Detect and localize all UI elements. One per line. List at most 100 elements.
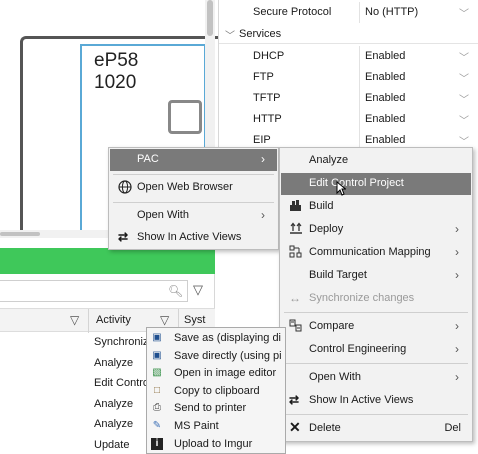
property-row-ftp[interactable]: FTP Enabled ﹀ (219, 67, 478, 88)
property-value[interactable]: Enabled (365, 71, 405, 83)
search-input[interactable]: 🔍︎ (0, 280, 188, 302)
menu-item-label: PAC (137, 153, 159, 165)
menu-item-label: Control Engineering (309, 343, 407, 355)
activity-cell[interactable]: Analyze (94, 357, 133, 369)
chevron-down-icon[interactable]: ﹀ (459, 112, 469, 127)
imgur-icon: i (151, 437, 163, 450)
menu-item-show-in-active-views[interactable]: ⇄ Show In Active Views (281, 390, 471, 412)
menu-item-deploy[interactable]: Deploy › (281, 219, 471, 241)
screenshot-menu-item[interactable]: ✎ MS Paint (147, 418, 285, 435)
column-header-activity[interactable]: Activity (96, 314, 131, 326)
property-value[interactable]: Enabled (365, 113, 405, 125)
device-port-square[interactable] (168, 100, 202, 134)
panel-header-bar (0, 248, 215, 274)
chevron-down-icon[interactable]: ﹀ (459, 133, 469, 148)
menu-item-label: Delete (309, 422, 341, 434)
menu-item-build[interactable]: Build (281, 196, 471, 218)
chevron-down-icon[interactable]: ﹀ (459, 49, 469, 64)
menu-item-communication-mapping[interactable]: Communication Mapping › (281, 242, 471, 264)
menu-item-open-web-browser[interactable]: Open Web Browser (110, 177, 277, 199)
scroll-thumb[interactable] (207, 0, 213, 36)
screenshot-menu-item[interactable]: ⎙ Send to printer (147, 400, 285, 417)
screenshot-menu-item[interactable]: ▧ Open in image editor (147, 365, 285, 382)
menu-item-label: Communication Mapping (309, 246, 431, 258)
property-row-dhcp[interactable]: DHCP Enabled ﹀ (219, 46, 478, 67)
menu-separator (113, 202, 274, 203)
menu-item-label: Open Web Browser (137, 181, 233, 193)
clipboard-icon: □ (153, 384, 161, 396)
section-label: Services (239, 28, 282, 40)
menu-item-label: Save directly (using pi (174, 349, 282, 362)
chevron-right-icon: › (261, 208, 265, 222)
menu-item-label: Synchronize changes (309, 292, 415, 304)
floppy-icon: ▣ (152, 332, 162, 343)
menu-item-edit-control-project[interactable]: Edit Control Project (281, 173, 471, 195)
filter-icon[interactable]: ▽ (160, 313, 169, 327)
menu-separator (284, 312, 468, 313)
activity-cell[interactable]: Analyze (94, 418, 133, 430)
section-services[interactable]: ﹀ Services (219, 24, 478, 44)
menu-item-analyze[interactable]: Analyze (281, 150, 471, 172)
property-row-tftp[interactable]: TFTP Enabled ﹀ (219, 88, 478, 109)
screenshot-menu-item[interactable]: ▣ Save as (displaying di (147, 330, 285, 347)
activity-cell[interactable]: Update (94, 439, 129, 451)
chevron-right-icon: › (261, 152, 265, 166)
activity-cell[interactable]: Edit Contro (94, 377, 149, 389)
column-divider (359, 109, 360, 130)
menu-item-pac[interactable]: PAC › (110, 149, 277, 171)
activity-cell[interactable]: Synchroniz (94, 336, 148, 348)
paint-icon: ✎ (152, 420, 162, 431)
chevron-right-icon: › (455, 370, 459, 384)
property-name: Secure Protocol (253, 6, 332, 18)
menu-item-label: Show In Active Views (309, 394, 414, 406)
menu-item-show-in-active-views[interactable]: ⇄ Show In Active Views (110, 227, 277, 249)
menu-item-label: Show In Active Views (137, 231, 242, 243)
menu-item-open-with[interactable]: Open With › (110, 205, 277, 227)
filter-icon[interactable]: ▽ (193, 282, 203, 298)
menu-item-label: Analyze (309, 154, 349, 166)
menu-item-synchronize-changes[interactable]: ↔ Synchronize changes (281, 288, 471, 310)
property-row-secure-protocol[interactable]: Secure Protocol No (HTTP) ﹀ (219, 2, 478, 23)
menu-item-open-with[interactable]: Open With › (281, 367, 471, 389)
menu-item-compare[interactable]: Compare › (281, 316, 471, 338)
chevron-right-icon: › (455, 268, 459, 282)
screenshot-menu-item[interactable]: □ Copy to clipboard (147, 383, 285, 400)
screenshot-menu-item[interactable]: i Upload to Imgur (147, 436, 285, 453)
scroll-thumb[interactable] (0, 232, 40, 236)
menu-item-build-target[interactable]: Build Target › (281, 265, 471, 287)
property-name: FTP (253, 71, 274, 83)
property-name: TFTP (253, 92, 281, 104)
property-value[interactable]: Enabled (365, 134, 405, 146)
property-value[interactable]: Enabled (365, 50, 405, 62)
compare-icon (289, 319, 302, 335)
column-divider[interactable] (88, 309, 89, 333)
properties-panel: Secure Protocol No (HTTP) ﹀ ﹀ Services D… (218, 0, 478, 154)
network-icon (289, 245, 302, 261)
screenshot-menu-item[interactable]: ▣ Save directly (using pi (147, 348, 285, 365)
property-name: HTTP (253, 113, 282, 125)
chevron-down-icon[interactable]: ﹀ (459, 91, 469, 106)
screenshot-tool-menu: ▣ Save as (displaying di ▣ Save directly (u… (146, 327, 286, 454)
column-divider (359, 46, 360, 67)
menu-item-label: Compare (309, 320, 355, 332)
menu-item-control-engineering[interactable]: Control Engineering › (281, 339, 471, 361)
activity-cell[interactable]: Analyze (94, 398, 133, 410)
chevron-down-icon[interactable]: ﹀ (225, 27, 235, 42)
menu-item-label: Copy to clipboard (174, 384, 260, 397)
filter-icon[interactable]: ▽ (70, 313, 79, 327)
chevron-down-icon[interactable]: ﹀ (459, 5, 469, 20)
search-icon[interactable]: 🔍︎ (168, 284, 183, 298)
swap-arrows-icon: ⇄ (118, 230, 129, 244)
menu-item-label: Upload to Imgur (174, 437, 253, 450)
chevron-right-icon: › (455, 245, 459, 259)
pac-submenu: Analyze Edit Control Project Build Deplo… (279, 147, 473, 442)
chevron-down-icon[interactable]: ﹀ (459, 70, 469, 85)
property-row-http[interactable]: HTTP Enabled ﹀ (219, 109, 478, 130)
column-header-system[interactable]: Syst (184, 314, 205, 326)
property-name: EIP (253, 134, 271, 146)
globe-icon (118, 180, 132, 197)
property-value[interactable]: No (HTTP) (365, 6, 418, 18)
menu-item-delete[interactable]: ✕ Delete Del (281, 418, 471, 440)
menu-item-label: Send to printer (174, 402, 247, 415)
property-value[interactable]: Enabled (365, 92, 405, 104)
